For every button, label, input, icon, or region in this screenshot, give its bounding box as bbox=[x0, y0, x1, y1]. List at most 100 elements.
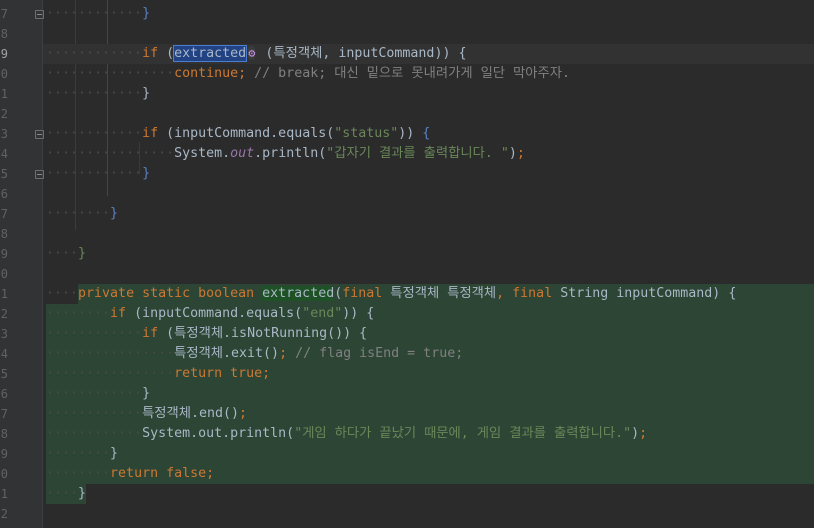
whitespace-indicator: ············ bbox=[46, 166, 143, 181]
code-token: ) ... ( bbox=[142, 0, 198, 1]
code-line[interactable]: 5 ················return true; bbox=[0, 364, 814, 384]
code-token: 특정객체.end() bbox=[142, 406, 240, 421]
code-token: } bbox=[78, 486, 87, 501]
code-line[interactable]: 8 bbox=[0, 24, 814, 44]
whitespace-indicator: ········ bbox=[46, 446, 111, 461]
code-line[interactable]: 9 ············if (extracted ⚙ (특정객체, input… bbox=[0, 44, 814, 64]
line-number: 8 bbox=[0, 227, 8, 241]
whitespace-indicator: ················ bbox=[46, 366, 175, 381]
code-token: return true; bbox=[174, 366, 271, 381]
code-token: .println( bbox=[254, 146, 327, 161]
line-number: 6 bbox=[0, 387, 8, 401]
code-text: ················System.out.println("갑자기 … bbox=[46, 144, 525, 164]
code-line[interactable]: 6 bbox=[0, 184, 814, 204]
code-token: ) bbox=[508, 146, 517, 161]
code-token: 특정객체 특정객체 bbox=[390, 286, 497, 301]
code-text: ············} bbox=[46, 164, 150, 184]
line-number: 3 bbox=[0, 127, 8, 141]
code-token: if bbox=[142, 326, 167, 341]
code-token: ; bbox=[239, 406, 248, 421]
fold-toggle-icon[interactable] bbox=[35, 170, 44, 179]
code-line[interactable]: 2 bbox=[0, 504, 814, 524]
code-token: ... bbox=[198, 0, 222, 1]
code-line[interactable]: 1 ····private static boolean extracted(fi… bbox=[0, 284, 814, 304]
code-token: } bbox=[110, 446, 119, 461]
whitespace-indicator: ················ bbox=[46, 66, 175, 81]
code-text: ············System.out.println("게임 하다가 끝… bbox=[46, 424, 647, 444]
whitespace-indicator: ················ bbox=[46, 346, 175, 361]
line-number: 7 bbox=[0, 407, 8, 421]
code-token: ; bbox=[516, 146, 525, 161]
whitespace-indicator: ············ bbox=[46, 386, 143, 401]
code-token: if bbox=[110, 306, 135, 321]
line-number: 7 bbox=[0, 7, 8, 21]
code-line[interactable]: 7 ········} bbox=[0, 204, 814, 224]
gear-icon[interactable]: ⚙ bbox=[248, 46, 256, 60]
code-text: ············if (특정객체.isNotRunning()) { bbox=[46, 324, 367, 344]
code-token: System.out.println( bbox=[142, 426, 295, 441]
code-token: (inputCommand.equals( bbox=[166, 126, 335, 141]
line-number: 4 bbox=[0, 147, 8, 161]
code-text: ················return true; bbox=[46, 364, 270, 384]
code-token: ( bbox=[166, 46, 175, 61]
code-line[interactable]: 0 ········return false; bbox=[0, 464, 814, 484]
code-token: extracted bbox=[262, 286, 335, 301]
code-line[interactable]: 2 ········if (inputCommand.equals("end"))… bbox=[0, 304, 814, 324]
code-line[interactable]: 4 ················특정객체.exit(); // flag is… bbox=[0, 344, 814, 364]
code-token: return false; bbox=[110, 466, 215, 481]
code-token: "status" bbox=[334, 126, 399, 141]
code-text: ········return false; bbox=[46, 464, 214, 484]
selected-identifier: extracted bbox=[173, 45, 248, 62]
code-token: } bbox=[142, 166, 151, 181]
line-number: 9 bbox=[0, 447, 8, 461]
code-text: ········if (inputCommand.equals("end")) … bbox=[46, 304, 374, 324]
code-text: ················continue; // break; 대신 밑… bbox=[46, 64, 570, 84]
code-line[interactable]: 7 ············특정객체.end(); bbox=[0, 404, 814, 424]
code-line[interactable]: 0 ················continue; // break; 대신 … bbox=[0, 64, 814, 84]
code-token: "게임 하다가 끝났기 때문에, 게임 결과를 출력합니다." bbox=[294, 426, 632, 441]
line-number: 7 bbox=[0, 207, 8, 221]
code-token: (특정객체.isNotRunning()) { bbox=[166, 326, 368, 341]
code-line[interactable]: 3 ············if (특정객체.isNotRunning()) { bbox=[0, 324, 814, 344]
code-line[interactable]: 6 ············} bbox=[0, 384, 814, 404]
code-token: System. bbox=[174, 146, 231, 161]
code-text: ········} bbox=[46, 204, 118, 224]
code-token: final bbox=[342, 286, 391, 301]
code-text: ············if (inputCommand.equals("sta… bbox=[46, 124, 430, 144]
line-number: 8 bbox=[0, 427, 8, 441]
code-token: "갑자기 결과를 출력합니다. " bbox=[326, 146, 509, 161]
code-text: ····private static boolean extracted(fin… bbox=[46, 284, 736, 304]
code-line[interactable]: 1 ············} bbox=[0, 84, 814, 104]
code-token: } bbox=[142, 6, 151, 21]
code-token: (특정객체, inputCommand)) { bbox=[257, 46, 467, 61]
line-number: 3 bbox=[0, 327, 8, 341]
fold-toggle-icon[interactable] bbox=[35, 130, 44, 139]
code-token: , final bbox=[496, 286, 561, 301]
code-line[interactable]: 8 ············System.out.println("게임 하다가 … bbox=[0, 424, 814, 444]
code-line[interactable]: 7 ············} bbox=[0, 4, 814, 24]
line-number: 2 bbox=[0, 307, 8, 321]
code-line[interactable]: 3 ············if (inputCommand.equals("st… bbox=[0, 124, 814, 144]
code-token: // flag isEnd = true; bbox=[287, 346, 464, 361]
code-line[interactable]: 0 bbox=[0, 264, 814, 284]
fold-toggle-icon[interactable] bbox=[35, 10, 44, 19]
code-line[interactable]: 9 ········} bbox=[0, 444, 814, 464]
code-token: ; bbox=[279, 346, 288, 361]
code-token: 특정객체.exit() bbox=[174, 346, 280, 361]
whitespace-indicator: ············ bbox=[46, 426, 143, 441]
code-line[interactable]: 9 ····} bbox=[0, 244, 814, 264]
whitespace-indicator: ········ bbox=[46, 306, 111, 321]
code-line[interactable]: 5 ············} bbox=[0, 164, 814, 184]
code-text: ············if (extracted ⚙ (특정객체, inputC… bbox=[46, 44, 466, 64]
code-line[interactable]: 4 ················System.out.println("갑자기… bbox=[0, 144, 814, 164]
code-token: } bbox=[142, 86, 151, 101]
extracted-method-highlight bbox=[46, 444, 814, 464]
line-number: 9 bbox=[0, 47, 8, 61]
code-line[interactable]: 1 ····} bbox=[0, 484, 814, 504]
whitespace-indicator: ············ bbox=[46, 6, 143, 21]
code-line[interactable]: 2 bbox=[0, 104, 814, 124]
line-number: 2 bbox=[0, 107, 8, 121]
line-number: 9 bbox=[0, 247, 8, 261]
code-token: { bbox=[414, 126, 431, 141]
code-line[interactable]: 8 bbox=[0, 224, 814, 244]
